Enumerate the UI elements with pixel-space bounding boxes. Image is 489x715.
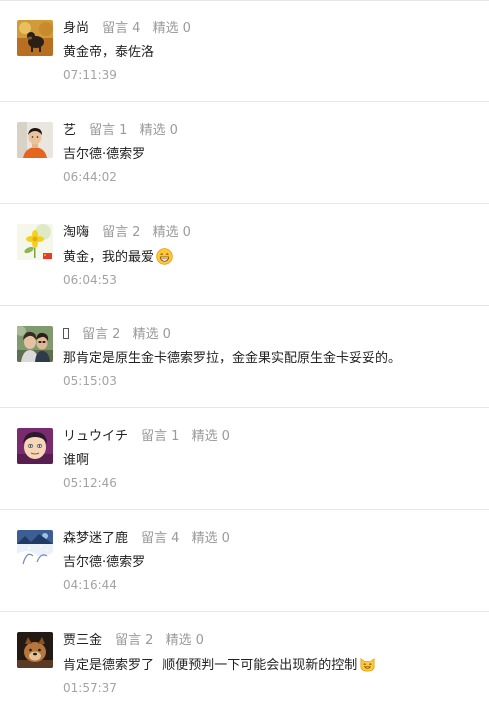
comment-item: 身尚 留言 4 精选 0 黄金帝，泰佐洛 07:11:39 bbox=[0, 0, 489, 102]
avatar[interactable] bbox=[17, 122, 53, 158]
reply-count: 留言 2 bbox=[102, 225, 141, 240]
avatar[interactable] bbox=[17, 20, 53, 56]
comment-item: 淘嗨 留言 2 精选 0 黄金，我的最爱 06:04:53 bbox=[0, 204, 489, 306]
reply-count: 留言 2 bbox=[82, 327, 121, 342]
comment-time: 06:44:02 bbox=[63, 170, 117, 184]
avatar[interactable] bbox=[17, 428, 53, 464]
comment-text: 吉尔德·德索罗 bbox=[63, 555, 146, 570]
nickname[interactable]: リュウイチ bbox=[63, 429, 128, 444]
comment-text: 黄金帝，泰佐洛 bbox=[63, 45, 155, 60]
nickname[interactable]: 淘嗨 bbox=[63, 225, 89, 240]
comment-text: 肯定是德索罗了 顺便预判一下可能会出现新的控制 bbox=[63, 656, 479, 675]
comment-time: 07:11:39 bbox=[63, 68, 117, 82]
nickname[interactable]: 森梦迷了鹿 bbox=[63, 531, 128, 546]
featured-count: 精选 0 bbox=[152, 225, 191, 240]
featured-count: 精选 0 bbox=[152, 21, 191, 36]
avatar[interactable] bbox=[17, 224, 53, 260]
reply-count: 留言 1 bbox=[141, 429, 180, 444]
comment-list: 身尚 留言 4 精选 0 黄金帝，泰佐洛 07:11:39 艺 留言 1 精选 … bbox=[0, 0, 489, 714]
avatar[interactable] bbox=[17, 530, 53, 566]
comment-text: 那肯定是原生金卡德索罗拉，金金果实配原生金卡妥妥的。 bbox=[63, 351, 402, 366]
featured-count: 精选 0 bbox=[191, 429, 230, 444]
featured-count: 精选 0 bbox=[191, 531, 230, 546]
comment-item: 贾三金 留言 2 精选 0 肯定是德索罗了 顺便预判一下可能会出现新的控制 01:5… bbox=[0, 612, 489, 714]
reply-count: 留言 2 bbox=[115, 633, 154, 648]
featured-count: 精选 0 bbox=[132, 327, 171, 342]
comment-time: 05:15:03 bbox=[63, 374, 117, 388]
comment-text: 黄金，我的最爱 bbox=[63, 248, 479, 267]
comment-time: 04:16:44 bbox=[63, 578, 117, 592]
avatar[interactable] bbox=[17, 326, 53, 362]
comment-item: 留言 2 精选 0 那肯定是原生金卡德索罗拉，金金果实配原生金卡妥妥的。 05:15… bbox=[0, 306, 489, 408]
comment-item: 森梦迷了鹿 留言 4 精选 0 吉尔德·德索罗 04:16:44 bbox=[0, 510, 489, 612]
featured-count: 精选 0 bbox=[139, 123, 178, 138]
nickname[interactable]: 贾三金 bbox=[63, 633, 102, 648]
nickname[interactable] bbox=[63, 327, 69, 342]
comment-item: リュウイチ 留言 1 精选 0 谁啊 05:12:46 bbox=[0, 408, 489, 510]
missing-glyph-icon bbox=[63, 328, 69, 339]
cat-face-emoji bbox=[360, 658, 375, 672]
reply-count: 留言 4 bbox=[102, 21, 141, 36]
comment-time: 05:12:46 bbox=[63, 476, 117, 490]
reply-count: 留言 4 bbox=[141, 531, 180, 546]
featured-count: 精选 0 bbox=[165, 633, 204, 648]
nickname[interactable]: 艺 bbox=[63, 123, 76, 138]
comment-time: 01:57:37 bbox=[63, 681, 117, 695]
comment-text: 吉尔德·德索罗 bbox=[63, 147, 146, 162]
avatar[interactable] bbox=[17, 632, 53, 668]
comment-time: 06:04:53 bbox=[63, 273, 117, 287]
comment-item: 艺 留言 1 精选 0 吉尔德·德索罗 06:44:02 bbox=[0, 102, 489, 204]
comment-text: 谁啊 bbox=[63, 453, 90, 468]
nickname[interactable]: 身尚 bbox=[63, 21, 89, 36]
grinning-face-emoji bbox=[156, 248, 173, 265]
reply-count: 留言 1 bbox=[89, 123, 128, 138]
